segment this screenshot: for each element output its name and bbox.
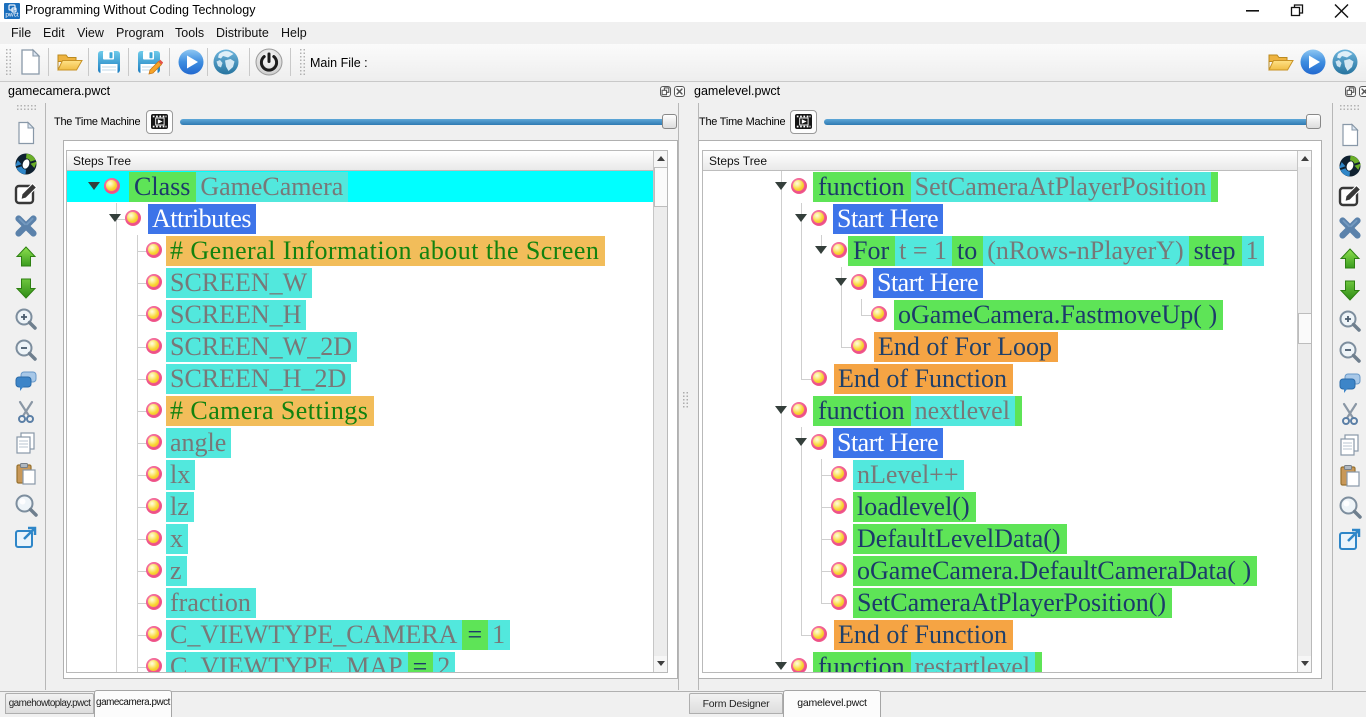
svg-text:pwct: pwct	[5, 12, 19, 19]
